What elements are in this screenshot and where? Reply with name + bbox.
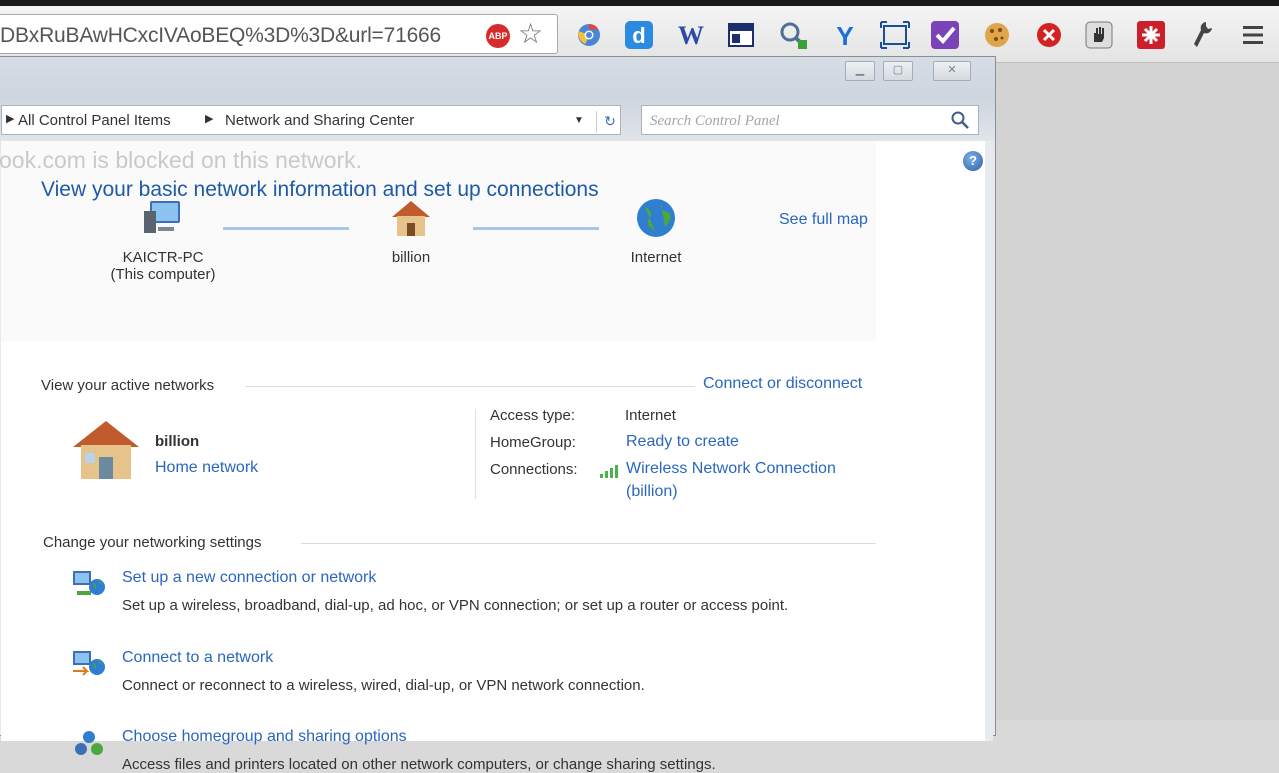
map-link-line [223, 227, 349, 230]
map-node-computer[interactable]: KAICTR-PC (This computer) [93, 197, 233, 283]
new-connection-icon [73, 571, 105, 595]
bookmark-star-icon[interactable]: ☆ [518, 18, 543, 50]
vertical-divider [475, 409, 476, 499]
breadcrumb-separator-icon: ▶ [6, 113, 15, 125]
homegroup-link[interactable]: Ready to create [626, 433, 739, 451]
access-type-value: Internet [625, 407, 676, 424]
setup-connection-desc: Set up a wireless, broadband, dial-up, a… [122, 597, 789, 614]
homegroup-label: HomeGroup: [490, 434, 576, 451]
close-button[interactable]: ✕ [933, 61, 971, 81]
control-panel-window: ▁ ▢ ✕ ▶ All Control Panel Items ▶ Networ… [0, 56, 996, 773]
address-bar[interactable]: DBxRuBAwHCxcIVAoBEQ%3D%3D&url=71666 ABP … [0, 14, 558, 54]
wireless-connection-link[interactable]: Wireless Network Connection [626, 460, 836, 478]
window-icon[interactable] [726, 20, 756, 50]
connections-label: Connections: [490, 461, 578, 478]
network-type-link[interactable]: Home network [155, 459, 258, 477]
homegroup-sharing-desc: Access files and printers located on oth… [122, 756, 716, 773]
chrome-icon[interactable] [574, 20, 604, 50]
help-icon[interactable]: ? [963, 151, 983, 171]
vertical-scrollbar[interactable] [985, 141, 993, 741]
connect-disconnect-link[interactable]: Connect or disconnect [703, 375, 862, 393]
breadcrumb-control-panel[interactable]: All Control Panel Items [18, 112, 171, 129]
capture-icon[interactable] [880, 20, 910, 50]
key-icon[interactable] [778, 20, 808, 50]
hand-icon[interactable] [1084, 20, 1114, 50]
blocked-notice: ook.com is blocked on this network. [0, 147, 363, 173]
change-settings-heading: Change your networking settings [43, 534, 262, 551]
breadcrumb-separator-icon: ▶ [205, 113, 214, 125]
breadcrumb-dropdown-icon[interactable]: ▼ [574, 115, 584, 126]
main-content: ook.com is blocked on this network. ? Vi… [0, 141, 985, 773]
breadcrumb-bar[interactable]: ▶ All Control Panel Items ▶ Network and … [1, 105, 621, 135]
map-node-router[interactable]: billion [361, 197, 461, 266]
refresh-icon[interactable]: ↻ [596, 111, 623, 133]
wifi-signal-icon [600, 465, 618, 478]
menu-icon[interactable] [1238, 20, 1268, 50]
map-node-internet[interactable]: Internet [606, 197, 706, 266]
see-full-map-link[interactable]: See full map [779, 211, 868, 229]
w-icon[interactable]: W [676, 20, 706, 50]
globe-icon [637, 199, 675, 237]
adblock-icon[interactable]: ABP [486, 24, 510, 48]
divider [245, 386, 695, 387]
active-networks-heading: View your active networks [41, 377, 215, 394]
wrench-icon[interactable] [1188, 20, 1218, 50]
search-box[interactable] [641, 105, 979, 135]
home-network-icon [73, 421, 139, 479]
minimize-button[interactable]: ▁ [845, 61, 875, 81]
divider [301, 543, 876, 544]
desktop-background [995, 63, 1279, 720]
wireless-connection-sublink[interactable]: (billion) [626, 483, 678, 501]
router-name: billion [391, 249, 431, 266]
breadcrumb-network-center[interactable]: Network and Sharing Center [225, 112, 414, 129]
browser-toolbar: DBxRuBAwHCxcIVAoBEQ%3D%3D&url=71666 ABP … [0, 6, 1279, 63]
connect-network-link[interactable]: Connect to a network [122, 649, 273, 667]
connect-network-icon [73, 651, 105, 676]
network-name: billion [155, 433, 200, 450]
access-type-label: Access type: [490, 407, 576, 424]
w-icon-letter: W [678, 21, 704, 50]
homegroup-icon [75, 731, 103, 755]
d-icon-letter: d [632, 23, 645, 48]
connect-network-desc: Connect or reconnect to a wireless, wire… [122, 677, 645, 694]
search-input[interactable] [648, 110, 942, 132]
stop-icon[interactable] [1034, 20, 1064, 50]
computer-icon [144, 201, 180, 233]
house-icon [392, 201, 430, 236]
computer-name: KAICTR-PC [122, 249, 204, 266]
check-icon[interactable] [930, 20, 960, 50]
y-icon[interactable]: Y [830, 20, 860, 50]
internet-label: Internet [630, 249, 682, 266]
search-icon[interactable] [950, 110, 970, 130]
d-icon[interactable]: d [624, 20, 654, 50]
computer-sub: (This computer) [110, 266, 216, 283]
map-link-line [473, 227, 599, 230]
y-icon-letter: Y [836, 21, 853, 49]
homegroup-sharing-link[interactable]: Choose homegroup and sharing options [122, 728, 407, 746]
setup-connection-link[interactable]: Set up a new connection or network [122, 569, 376, 587]
maximize-button[interactable]: ▢ [883, 61, 913, 81]
cookie-icon[interactable] [982, 20, 1012, 50]
plus-icon[interactable] [1136, 20, 1166, 50]
url-text[interactable]: DBxRuBAwHCxcIVAoBEQ%3D%3D&url=71666 [0, 24, 484, 48]
